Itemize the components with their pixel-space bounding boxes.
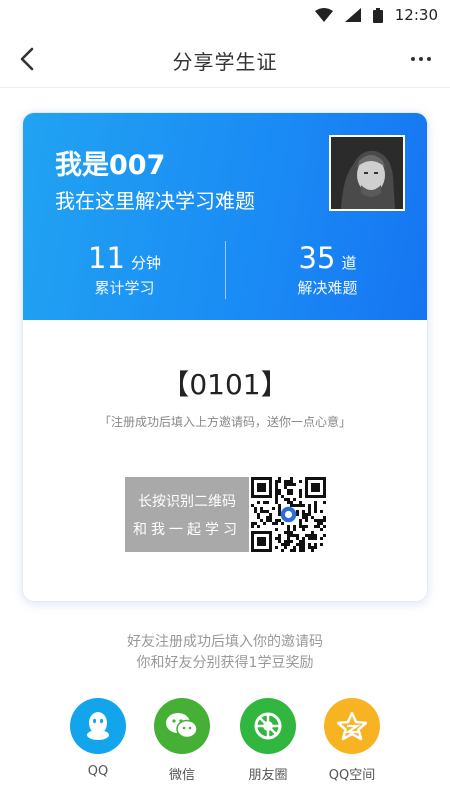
share-label: 微信 [168,768,195,783]
qr-label-line2: 和我一起学习 [133,521,241,538]
share-tip-line1: 好友注册成功后填入你的邀请码 [127,634,323,650]
user-name: 我是007 [55,150,166,181]
more-button[interactable] [406,44,436,74]
stat-number: 11 [88,241,125,275]
qzone-icon [324,698,380,754]
share-tip: 好友注册成功后填入你的邀请码 你和好友分别获得1学豆奖励 [0,632,450,674]
more-dot-icon [427,57,431,61]
stat-solved-problems: 35 道 解决难题 [226,241,427,298]
share-qzone-button[interactable]: QQ空间 [312,698,392,783]
battery-icon [372,7,383,23]
invite-hint: 「注册成功后填入上方邀请码，送你一点心意」 [98,415,351,429]
qq-icon [70,698,126,754]
wechat-icon [154,698,210,754]
user-slogan: 我在这里解决学习难题 [55,189,255,213]
avatar-portrait-icon [331,137,403,209]
stat-study-time: 11 分钟 累计学习 [23,241,226,298]
share-label: QQ空间 [328,768,376,783]
qr-code-icon [251,477,326,552]
share-tip-line2: 你和好友分别获得1学豆奖励 [136,655,314,671]
share-label: QQ [87,764,109,779]
share-moments-button[interactable]: 朋友圈 [228,698,308,783]
page-title: 分享学生证 [172,50,278,74]
student-card: 我是007 我在这里解决学习难题 11 分钟 累计学习 35 道 解决难题 【010… [22,112,428,602]
moments-icon [240,698,296,754]
wifi-icon [314,8,333,22]
more-dot-icon [411,57,415,61]
share-qq-button[interactable]: QQ [58,698,138,779]
share-label: 朋友圈 [248,768,288,783]
invite-code: 【0101】 [161,368,289,401]
signal-icon [344,8,361,22]
more-dot-icon [419,57,423,61]
qr-label-line1: 长按识别二维码 [138,493,236,510]
share-wechat-button[interactable]: 微信 [142,698,222,783]
title-bar: 分享学生证 [0,30,450,88]
stat-unit: 道 [341,254,357,272]
status-time: 12:30 [394,6,438,24]
status-bar: 12:30 [0,0,450,30]
avatar [329,135,405,211]
qr-code[interactable] [251,477,326,552]
stat-label: 解决难题 [297,279,358,297]
stat-number: 35 [298,241,336,275]
qr-label-box: 长按识别二维码 和我一起学习 [125,477,249,552]
stat-label: 累计学习 [94,279,155,297]
stat-unit: 分钟 [130,254,161,272]
card-header: 我是007 我在这里解决学习难题 11 分钟 累计学习 35 道 解决难题 [23,113,427,320]
